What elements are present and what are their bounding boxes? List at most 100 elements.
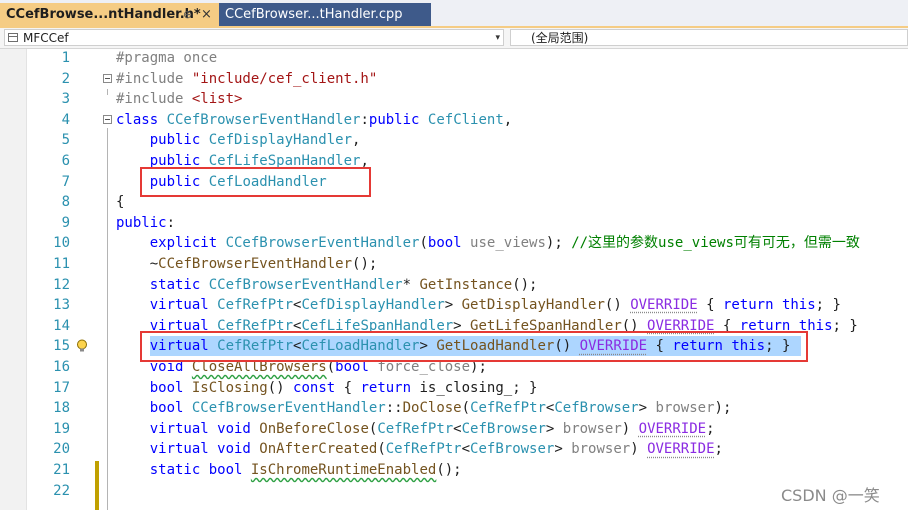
code-token: #include (116, 91, 192, 108)
line-number: 10 (53, 235, 70, 252)
tab-cpp-file[interactable]: CCefBrowser...tHandler.cpp (219, 3, 431, 26)
code-token: CefDisplayHandler (301, 297, 445, 314)
code-token: CCefBrowserEventHandler (191, 400, 386, 417)
code-token: browser (655, 400, 715, 417)
code-token: , (352, 132, 361, 149)
code-token: { (697, 297, 723, 314)
code-token: return (360, 379, 420, 396)
highlight-box-inheritance (140, 167, 371, 197)
tab-cpp-file-label: CCefBrowser...tHandler.cpp (225, 7, 403, 22)
code-line[interactable]: 22 (0, 481, 908, 502)
line-number: 19 (53, 420, 70, 437)
line-number: 2 (61, 70, 70, 87)
code-line[interactable]: 7 public CefLoadHandler (0, 172, 908, 193)
lightbulb-icon[interactable] (74, 338, 90, 354)
code-token: browser (571, 441, 631, 458)
code-line[interactable]: 10 explicit CCefBrowserEventHandler(bool… (0, 233, 908, 254)
close-tab-icon[interactable]: × (201, 3, 212, 26)
code-token: ( (461, 400, 471, 417)
code-token: static bool (149, 462, 251, 478)
line-number: 18 (53, 400, 70, 417)
code-token: { (343, 379, 361, 396)
code-text: virtual CefRefPtr<CefDisplayHandler> Get… (116, 295, 841, 315)
code-token: public (116, 214, 167, 231)
code-token: explicit (149, 235, 226, 252)
code-token: "include/cef_client.h" (191, 70, 378, 87)
code-token: > (638, 400, 656, 417)
code-token: use_views (470, 235, 546, 252)
code-token: CefRefPtr (377, 420, 454, 437)
code-token: virtual void (149, 420, 260, 437)
code-line[interactable]: 1 #pragma once (0, 48, 908, 69)
code-line[interactable]: 3 #include <list> (0, 89, 908, 110)
line-number: 22 (53, 482, 70, 499)
fold-toggle-icon[interactable] (103, 114, 112, 124)
code-token: (); (436, 462, 462, 478)
line-number: 20 (53, 441, 70, 458)
code-line[interactable]: 20 virtual void OnAfterCreated(CefRefPtr… (0, 439, 908, 460)
code-token: ( (419, 235, 428, 252)
code-token: public (368, 111, 428, 128)
fold-toggle-icon[interactable] (103, 73, 112, 83)
line-number: 1 (61, 50, 70, 66)
pin-icon[interactable]: ⊕ (183, 3, 192, 26)
code-line[interactable]: 17 bool IsClosing() const { return is_cl… (0, 378, 908, 399)
code-token: CefBrowser (470, 441, 555, 458)
code-token: OnBeforeClose (259, 420, 369, 437)
document-tab-bar: CCefBrowse...ntHandler.h* ⊕ × CCefBrowse… (0, 0, 908, 28)
code-line[interactable]: 8{ (0, 192, 908, 213)
code-token: , (503, 111, 513, 128)
code-token: is_closing_; } (419, 379, 538, 396)
line-number: 13 (53, 297, 70, 314)
chevron-down-icon: ▾ (495, 33, 500, 43)
tab-header-file[interactable]: CCefBrowse...ntHandler.h* ⊕ × (0, 3, 219, 26)
line-number: 4 (61, 111, 70, 128)
code-line[interactable]: 12 static CCefBrowserEventHandler* GetIn… (0, 275, 908, 296)
line-number: 6 (61, 153, 70, 169)
code-token: CCefBrowserEventHandler (158, 256, 353, 272)
code-line[interactable]: 13 virtual CefRefPtr<CefDisplayHandler> … (0, 295, 908, 316)
code-text: virtual void OnBeforeClose(CefRefPtr<Cef… (116, 419, 715, 439)
code-token: browser (562, 420, 622, 437)
line-number: 3 (61, 91, 70, 108)
code-token: static (149, 276, 209, 293)
code-text: virtual void OnAfterCreated(CefRefPtr<Ce… (116, 439, 723, 459)
code-line[interactable]: 21 static bool IsChromeRuntimeEnabled(); (0, 460, 908, 481)
code-line[interactable]: 4 class CCefBrowserEventHandler:public Ce… (0, 110, 908, 131)
code-line[interactable]: 9 public: (0, 213, 908, 234)
project-dropdown[interactable]: MFCCef ▾ (4, 29, 504, 46)
line-number: 8 (61, 194, 70, 211)
code-editor[interactable]: 1 #pragma once 2 #include "include/cef_clie… (0, 49, 908, 510)
code-text: bool IsClosing() const { return is_closi… (116, 378, 538, 398)
code-token: CCefBrowserEventHandler (208, 276, 403, 293)
code-text: bool CCefBrowserEventHandler::DoClose(Ce… (116, 398, 732, 418)
code-line[interactable]: 6 public CefLifeSpanHandler, (0, 151, 908, 172)
code-token: (); (512, 276, 538, 293)
code-token: ); (714, 400, 732, 417)
watermark: CSDN @一笑 (781, 486, 880, 505)
code-token: ~ (116, 256, 159, 272)
code-token: < (461, 441, 471, 458)
code-text: static bool IsChromeRuntimeEnabled(); (116, 460, 462, 480)
code-line[interactable]: 11 ~CCefBrowserEventHandler(); (0, 254, 908, 275)
code-token: * (402, 276, 420, 293)
code-token: IsClosing (191, 379, 268, 396)
code-text: static CCefBrowserEventHandler* GetInsta… (116, 275, 538, 295)
line-number: 17 (53, 379, 70, 396)
code-token: OnAfterCreated (259, 441, 378, 458)
code-line[interactable]: 5 public CefDisplayHandler, (0, 130, 908, 151)
line-number: 16 (53, 359, 70, 375)
scope-dropdown[interactable]: (全局范围) (510, 29, 908, 46)
code-token: CefBrowser (554, 400, 639, 417)
line-number: 11 (53, 256, 70, 272)
code-line[interactable]: 19 virtual void OnBeforeClose(CefRefPtr<… (0, 419, 908, 440)
code-line[interactable]: 2 #include "include/cef_client.h" (0, 69, 908, 90)
navigation-bar: MFCCef ▾ (全局范围) (0, 28, 908, 49)
code-line[interactable]: 18 bool CCefBrowserEventHandler::DoClose… (0, 398, 908, 419)
